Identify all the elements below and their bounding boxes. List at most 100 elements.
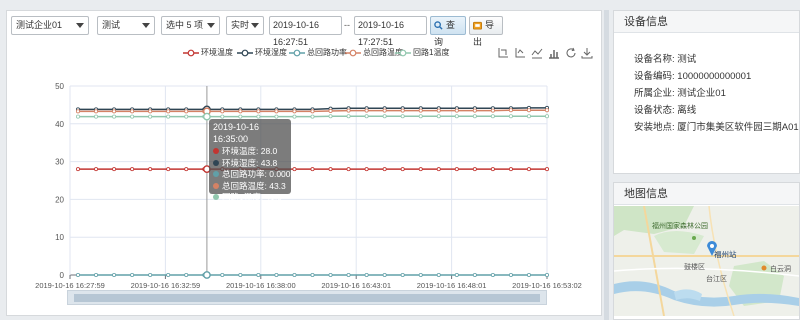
mode-select[interactable]: 实时 xyxy=(226,16,264,35)
map-label: 福州站 xyxy=(714,250,737,259)
device-address-row: 安装地点: 厦门市集美区软件园三期A01 xyxy=(634,119,799,133)
line-chart[interactable]: 0 10 20 30 40 50 2019-10-16 16:27:59 2019-10-16… xyxy=(7,71,603,291)
legend-label: 总回路功率 xyxy=(307,48,347,57)
data-point xyxy=(220,114,225,119)
data-point xyxy=(274,109,279,114)
zoom-icon[interactable] xyxy=(497,47,509,59)
data-point xyxy=(256,109,261,114)
device-company-value: 测试企业01 xyxy=(677,88,726,99)
data-point xyxy=(364,114,369,119)
data-point xyxy=(328,114,333,119)
data-point xyxy=(76,109,81,114)
data-point xyxy=(94,272,99,277)
data-point xyxy=(112,272,117,277)
data-point xyxy=(382,272,387,277)
data-point xyxy=(292,272,297,277)
legend-item[interactable]: 环境湿度 xyxy=(237,47,287,58)
device-status-label: 设备状态: xyxy=(634,105,675,116)
device-info-card: 设备信息 设备名称: 测试 设备编码: 10000000000001 所属企业:… xyxy=(613,10,800,174)
device-code-label: 设备编码: xyxy=(634,71,675,82)
data-point xyxy=(346,167,351,172)
line-chart-icon[interactable] xyxy=(531,47,543,59)
company-select[interactable]: 测试企业01 xyxy=(11,16,89,35)
legend-line-icon xyxy=(183,49,199,57)
time-separator: -- xyxy=(344,20,350,30)
data-point xyxy=(94,167,99,172)
legend-item[interactable]: 环境温度 xyxy=(183,47,233,58)
query-button[interactable]: 查 询 xyxy=(430,16,466,47)
chevron-down-icon xyxy=(251,23,259,28)
data-point xyxy=(76,114,81,119)
points-select-value: 选中 5 项 xyxy=(166,20,204,30)
device-name-row: 设备名称: 测试 xyxy=(634,51,696,65)
y-tick-label: 40 xyxy=(55,120,64,129)
data-point xyxy=(94,114,99,119)
data-point xyxy=(472,272,477,277)
data-point xyxy=(166,114,171,119)
data-point xyxy=(490,114,495,119)
device-select[interactable]: 测试 xyxy=(97,16,155,35)
export-icon xyxy=(473,22,482,30)
save-image-icon[interactable] xyxy=(581,47,593,59)
data-point xyxy=(310,109,315,114)
data-point xyxy=(545,167,550,172)
data-point xyxy=(418,167,423,172)
bar-chart-icon[interactable] xyxy=(548,47,560,59)
legend-line-icon xyxy=(237,49,253,57)
data-point xyxy=(274,114,279,119)
data-point xyxy=(292,167,297,172)
data-point xyxy=(454,167,459,172)
data-point xyxy=(418,272,423,277)
legend-line-icon xyxy=(395,49,411,57)
data-point xyxy=(382,167,387,172)
data-point xyxy=(184,109,189,114)
legend-item[interactable]: 回路1温度 xyxy=(395,47,449,58)
data-point xyxy=(364,167,369,172)
data-point xyxy=(130,167,135,172)
device-info-title: 设备信息 xyxy=(614,11,799,33)
start-time-input[interactable]: 2019-10-16 16:27:51 xyxy=(269,16,342,47)
x-tick-label: 2019-10-16 16:48:01 xyxy=(417,281,487,290)
data-point xyxy=(346,272,351,277)
tooltip-value: 总回路温度: 43.3 xyxy=(222,180,286,191)
data-point xyxy=(166,109,171,114)
restore-icon[interactable] xyxy=(565,47,577,59)
panel-divider[interactable] xyxy=(604,10,609,320)
tooltip-value: 回路1温度: 41.9 xyxy=(222,192,282,202)
y-tick-label: 10 xyxy=(55,233,64,242)
device-code-value: 10000000000001 xyxy=(677,71,752,82)
data-point xyxy=(364,272,369,277)
data-point xyxy=(184,167,189,172)
data-point xyxy=(472,167,477,172)
chevron-down-icon xyxy=(76,23,84,28)
company-select-value: 测试企业01 xyxy=(16,20,63,30)
map-label: 白云洞 xyxy=(770,266,791,273)
data-point xyxy=(94,109,99,114)
export-button[interactable]: 导出 xyxy=(469,16,503,47)
data-point xyxy=(382,114,387,119)
device-name-label: 设备名称: xyxy=(634,54,675,65)
y-tick-label: 20 xyxy=(55,195,64,204)
data-point xyxy=(112,167,117,172)
map-view[interactable]: 福州国家森林公园 福州站 台江区 白云洞 鼓楼区 xyxy=(614,206,799,316)
data-zoom-slider[interactable] xyxy=(67,290,547,305)
data-point xyxy=(184,114,189,119)
end-time-input[interactable]: 2019-10-16 17:27:51 xyxy=(354,16,427,47)
legend-item[interactable]: 总回路功率 xyxy=(289,47,347,58)
device-status-value: 离线 xyxy=(677,105,697,116)
data-point xyxy=(328,108,333,113)
data-zoom-handle[interactable] xyxy=(74,294,540,302)
data-point xyxy=(400,167,405,172)
data-point xyxy=(436,108,441,113)
y-tick-label: 0 xyxy=(60,271,65,280)
tooltip-value: 环境湿度: 43.8 xyxy=(222,157,278,168)
data-point xyxy=(526,272,531,277)
points-select[interactable]: 选中 5 项 xyxy=(161,16,220,35)
data-point xyxy=(436,167,441,172)
data-point xyxy=(166,272,171,277)
zoom-reset-icon[interactable] xyxy=(514,47,526,59)
chevron-down-icon xyxy=(142,23,150,28)
data-point xyxy=(256,114,261,119)
device-company-label: 所属企业: xyxy=(634,88,675,99)
x-tick-label: 2019-10-16 16:32:59 xyxy=(131,281,201,290)
